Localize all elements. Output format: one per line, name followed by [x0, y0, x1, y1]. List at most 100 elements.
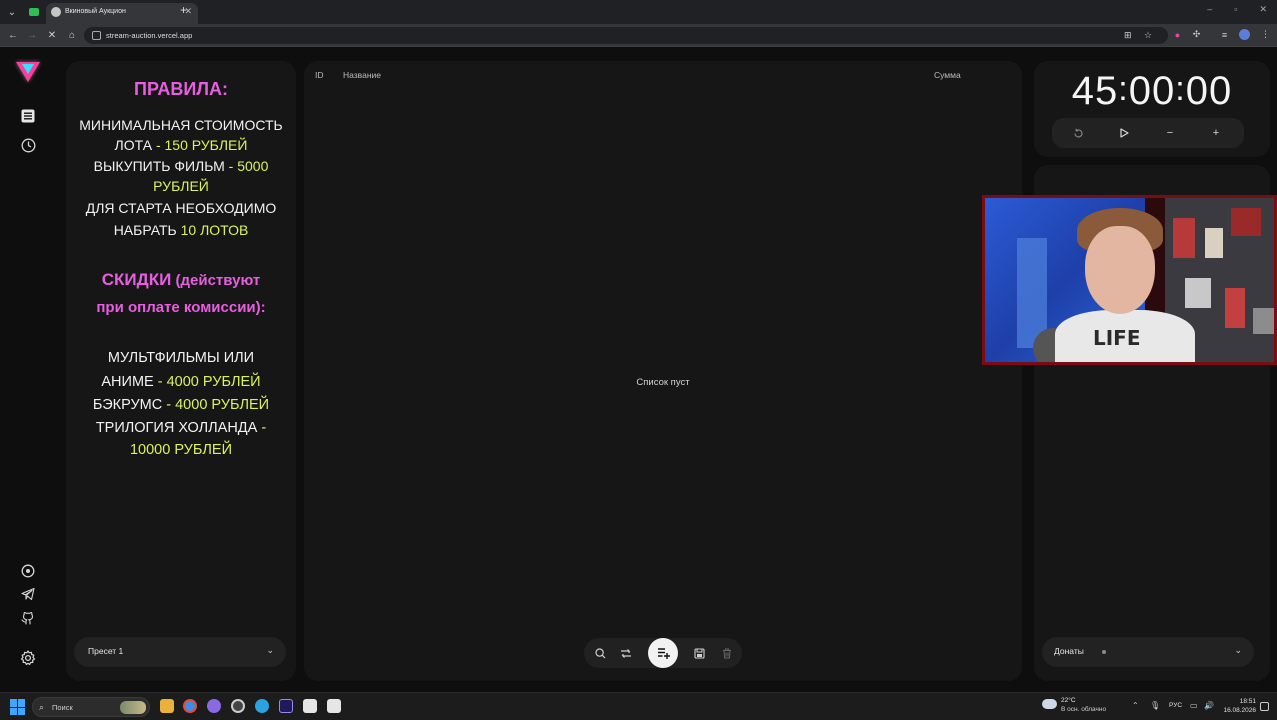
close-window-icon[interactable]: ✕ [1259, 4, 1267, 15]
timer-increase-icon[interactable]: + [1208, 125, 1224, 141]
trash-icon[interactable] [717, 643, 737, 663]
stop-loading-icon[interactable]: ✕ [45, 28, 59, 42]
preset-select[interactable]: Пресет 1 ⌄ [74, 637, 286, 667]
bookmark-star-icon[interactable]: ☆ [1144, 30, 1152, 41]
shelf-item [1185, 278, 1211, 308]
timer-play-icon[interactable] [1116, 125, 1132, 141]
window-controls: – ▫ ✕ [1207, 4, 1267, 15]
github-icon[interactable] [19, 609, 37, 627]
taskbar-search[interactable]: ⌕ Поиск [32, 697, 150, 717]
address-bar[interactable]: stream-auction.vercel.app ⊞ ☆ [84, 27, 1168, 44]
rules-line: ДЛЯ СТАРТА НЕОБХОДИМО [85, 200, 277, 216]
clock-time[interactable]: 18:51 [1228, 698, 1256, 705]
file-explorer-icon[interactable] [160, 699, 174, 713]
telegram-icon[interactable] [19, 585, 37, 603]
profile-avatar[interactable] [1239, 29, 1250, 40]
shuffle-icon[interactable] [616, 643, 636, 663]
rules-value: 10 ЛОТОВ [180, 222, 249, 238]
settings-gear-icon[interactable] [19, 649, 37, 667]
rules-line: МИНИМАЛЬНАЯ СТОИМОСТЬ [79, 117, 283, 133]
donates-status-dot [1102, 650, 1106, 654]
rules-value: - 150 РУБЛЕЙ [152, 137, 248, 153]
discounts-heading: СКИДКИ (действуют [66, 269, 296, 292]
column-header-sum[interactable]: Сумма [934, 70, 961, 80]
lots-toolbar [584, 638, 742, 668]
maximize-icon[interactable]: ▫ [1234, 4, 1237, 15]
tray-overflow-icon[interactable]: ⌃ [1132, 701, 1139, 710]
obs-icon[interactable] [303, 699, 317, 713]
donates-label: Донаты [1054, 646, 1084, 656]
input-language[interactable]: РУС [1169, 702, 1182, 709]
windows-taskbar: ⌕ Поиск 22°C В осн. облачно ⌃ 🎙 РУС ▭ 🔊 … [0, 692, 1277, 720]
webcam-shirt-print: LIFE [1093, 326, 1141, 350]
forward-icon[interactable]: → [25, 28, 39, 42]
lots-panel: ID Название Сумма Список пуст [304, 61, 1022, 681]
timer-minutes: 00 [1128, 69, 1176, 113]
rules-text: ВЫКУПИТЬ ФИЛЬМ [93, 158, 225, 174]
obs-icon[interactable] [327, 699, 341, 713]
premiere-icon[interactable] [279, 699, 293, 713]
lots-list-icon[interactable] [19, 107, 37, 125]
discount-line: БЭКРУМС - 4000 РУБЛЕЙ [66, 395, 296, 415]
notifications-icon[interactable] [1260, 702, 1269, 711]
rules-line: НАБРАТЬ 10 ЛОТОВ [66, 220, 296, 240]
home-icon[interactable]: ⌂ [65, 28, 79, 42]
tab-search-icon[interactable]: ⌄ [4, 4, 20, 20]
browser-menu-icon[interactable]: ⋮ [1260, 29, 1271, 40]
discount-text: ТРИЛОГИЯ ХОЛЛАНДА [95, 420, 258, 436]
empty-list-message: Список пуст [636, 377, 690, 388]
minimize-icon[interactable]: – [1207, 4, 1212, 15]
timer-hours: 45 [1071, 69, 1119, 113]
chrome-icon[interactable] [183, 699, 197, 713]
timer-reset-icon[interactable] [1070, 125, 1086, 141]
timer-seconds: 00 [1185, 69, 1233, 113]
telegram-taskbar-icon[interactable] [255, 699, 269, 713]
discount-value: - [257, 420, 267, 436]
shelf-item [1225, 288, 1245, 328]
taskbar-search-label: Поиск [52, 703, 73, 712]
search-icon: ⌕ [39, 702, 45, 712]
extensions-puzzle-icon[interactable]: ✣ [1191, 29, 1202, 40]
search-icon[interactable] [590, 643, 610, 663]
search-highlight-image [120, 701, 146, 714]
column-header-id[interactable]: ID [315, 70, 324, 80]
network-icon[interactable]: ▭ [1190, 701, 1198, 710]
left-navigation [0, 47, 57, 692]
column-header-name[interactable]: Название [343, 70, 381, 80]
cloud-icon [1042, 699, 1057, 709]
translate-icon[interactable]: ⊞ [1124, 30, 1132, 41]
timer-panel: 45:00:00 − + [1034, 61, 1270, 157]
new-tab-button[interactable]: + [180, 3, 187, 17]
rules-heading: ПРАВИЛА: [134, 79, 228, 99]
app-logo[interactable] [16, 62, 40, 82]
donates-select[interactable]: Донаты ⌄ [1042, 637, 1254, 667]
app-icon[interactable] [231, 699, 245, 713]
app-icon[interactable] [207, 699, 221, 713]
start-button[interactable] [10, 699, 26, 715]
save-icon[interactable] [689, 643, 709, 663]
tab-title: Вкиновый Аукцион [65, 8, 126, 15]
timer-separator: : [1175, 70, 1186, 108]
timer-separator: : [1118, 70, 1129, 108]
timer-controls: − + [1052, 118, 1244, 148]
browser-tab[interactable]: Вкиновый Аукцион ✕ [46, 3, 198, 24]
clock-date[interactable]: 16.08.2026 [1212, 707, 1256, 714]
timer-display: 45:00:00 [1034, 69, 1270, 114]
shelf-item [1173, 218, 1195, 258]
donation-alert-icon[interactable] [19, 562, 37, 580]
reading-list-icon[interactable]: ≡ [1219, 29, 1230, 40]
discount-line: ТРИЛОГИЯ ХОЛЛАНДА - [66, 418, 296, 438]
site-info-icon[interactable] [92, 31, 101, 40]
webcam-person-face [1085, 226, 1155, 314]
shelf-item [1205, 228, 1223, 258]
add-lot-button[interactable] [648, 638, 678, 668]
chevron-down-icon: ⌄ [1234, 645, 1242, 655]
timer-decrease-icon[interactable]: − [1162, 125, 1178, 141]
microphone-icon[interactable]: 🎙 [1150, 701, 1160, 710]
history-clock-icon[interactable] [19, 136, 37, 154]
url-text[interactable]: stream-auction.vercel.app [106, 31, 192, 40]
extension-icon[interactable]: ● [1172, 29, 1183, 40]
rules-text: ЛОТА [114, 137, 153, 153]
back-icon[interactable]: ← [6, 28, 20, 42]
tab-group-icon[interactable] [26, 4, 42, 20]
